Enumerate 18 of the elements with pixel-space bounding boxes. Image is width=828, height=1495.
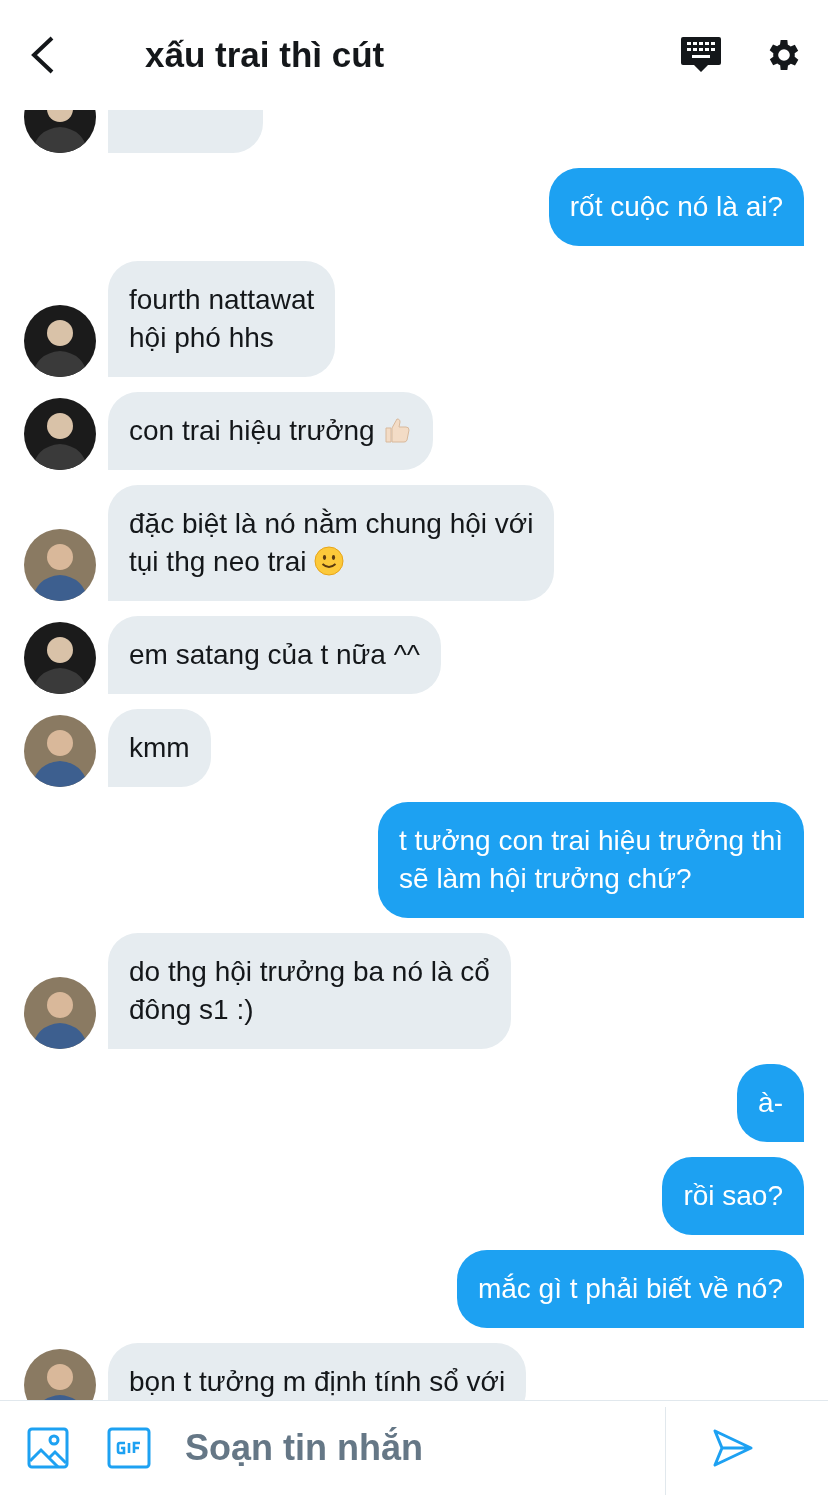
message-bubble: t tưởng con trai hiệu trưởng thì sẽ làm hội trưởng chứ? xyxy=(378,802,804,918)
message-bubble: đặc biệt là nó nằm chung hội với tụi thg neo trai xyxy=(108,485,555,601)
message-bubble: do thg hội trưởng ba nó là cổ đông s1 :) xyxy=(108,933,511,1049)
avatar[interactable] xyxy=(24,1349,96,1400)
message-bubble: con trai hiệu trưởng xyxy=(108,392,434,470)
message-bubble: fourth nattawat hội phó hhs xyxy=(108,261,336,377)
gif-icon[interactable] xyxy=(107,1427,151,1469)
send-icon[interactable] xyxy=(712,1428,754,1468)
message-bubble: bọn t tưởng m định tính sổ với xyxy=(108,1343,527,1400)
message-bubble: kmm xyxy=(108,709,211,787)
message-bubble: mắc gì t phải biết về nó? xyxy=(456,1250,804,1328)
message-bubble: à- xyxy=(737,1064,804,1142)
message-bubble: em satang của t nữa ^^ xyxy=(108,616,441,694)
image-icon[interactable] xyxy=(27,1427,69,1469)
message-bubble: rốt cuộc nó là ai? xyxy=(548,168,804,246)
conversation-title: xấu trai thì cút xyxy=(145,35,386,75)
message-input[interactable]: Soạn tin nhắn xyxy=(185,1427,665,1469)
message-bubble: rồi sao? xyxy=(662,1157,804,1235)
